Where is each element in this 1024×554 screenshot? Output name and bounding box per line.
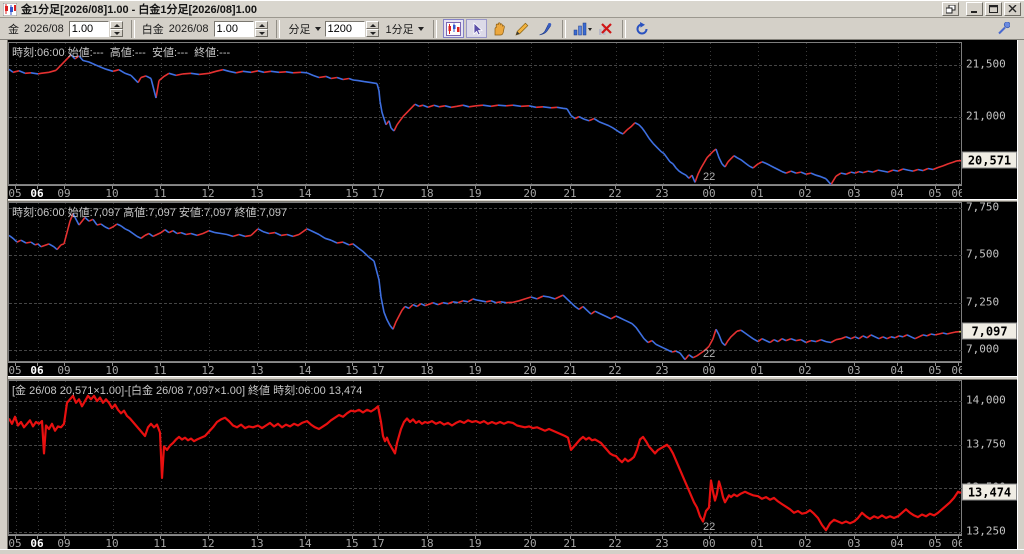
indicator-chart-icon — [573, 22, 592, 35]
platinum-ratio-spinner[interactable] — [254, 20, 268, 37]
gold-price-axis: 20,571 21,500 21,000 — [962, 42, 1017, 199]
platinum-time-axis: 05 06 09 10 11 12 13 14 15 17 18 19 20 21 22 23 00 01 02 03… — [0, 362, 1017, 377]
spread-date-label: 22 — [703, 521, 716, 533]
maximize-button[interactable] — [985, 2, 1002, 16]
price-tick-label: 21,000 — [966, 109, 1006, 123]
price-tick-label: 7,250 — [966, 295, 1000, 309]
pencil-icon — [515, 22, 529, 36]
price-tick-label: 14,000 — [966, 393, 1006, 407]
spread-price-axis: 13,474 14,00013,75013,50013,250 — [962, 380, 1017, 549]
candle-line-series — [16, 213, 960, 361]
price-series-canvas — [9, 43, 963, 186]
platinum-date-label: 22 — [703, 348, 716, 360]
price-tick-label: 7,750 — [966, 200, 1000, 214]
price-tick-label: 7,500 — [966, 247, 1000, 261]
gold-ratio-input[interactable]: 1.00 — [68, 20, 109, 37]
toolbar-separator — [621, 19, 626, 38]
close-button[interactable] — [1004, 2, 1021, 16]
gold-time-axis: 05 06 09 10 11 12 13 14 15 17 18 19 20 21 22 23 00 01 02 03… — [0, 185, 1017, 200]
indicator-chart-button[interactable] — [572, 19, 593, 38]
price-tick-label: 7,000 — [966, 342, 1000, 356]
candlestick-window-icon — [3, 2, 17, 16]
window-title: 金1分足[2026/08]1.00 - 白金1分足[2026/08]1.00 — [21, 4, 258, 16]
price-tick-label: 13,750 — [966, 437, 1006, 451]
platinum-month-select[interactable]: 2026/08 — [169, 23, 209, 35]
pencil-tool-button[interactable] — [512, 19, 533, 38]
select-cursor-icon — [473, 21, 483, 36]
bar-type-dropdown[interactable]: 分足 — [289, 21, 321, 37]
window-bottom-border — [0, 549, 1024, 554]
price-series-canvas — [9, 203, 963, 363]
chevron-down-icon — [314, 26, 321, 31]
platinum-ratio-input[interactable]: 1.00 — [213, 20, 254, 37]
toolbar-separator — [561, 19, 566, 38]
toolbar-separator — [432, 19, 437, 38]
spread-chart-plot[interactable]: [金 26/08 20,571×1.00]-[白金 26/08 7,097×1.… — [8, 380, 963, 536]
chart-region: 時刻:06:00 始値:--- 高値:--- 安値:--- 終値:--- 22 … — [0, 40, 1024, 554]
window-left-border — [0, 40, 8, 549]
gold-ohlc-readout: 時刻:06:00 始値:--- 高値:--- 安値:--- 終値:--- — [12, 47, 231, 59]
toolbar-separator — [275, 19, 280, 38]
platinum-label: 白金 — [141, 23, 164, 36]
maximize-icon — [989, 5, 998, 13]
gold-month-select[interactable]: 2026/08 — [24, 23, 64, 35]
title-bar[interactable]: 金1分足[2026/08]1.00 - 白金1分足[2026/08]1.00 — [0, 0, 1024, 18]
toolbar: 金 2026/08 1.00 白金 2026/08 1.00 分足 1200 1… — [0, 18, 1024, 40]
settings-wrench-icon — [998, 22, 1010, 35]
gold-last-price-box: 20,571 — [962, 151, 1017, 169]
spread-formula-readout: [金 26/08 20,571×1.00]-[白金 26/08 7,097×1.… — [12, 385, 363, 397]
chevron-down-icon — [417, 26, 424, 31]
delete-drawing-button[interactable] — [595, 19, 616, 38]
candlestick-chart-button[interactable] — [442, 19, 464, 38]
gold-ratio-spinner[interactable] — [109, 20, 123, 37]
candle-line-series — [9, 54, 934, 186]
platinum-last-price-box: 7,097 — [962, 322, 1017, 340]
pan-tool-button[interactable] — [489, 19, 510, 38]
chart-window: 金1分足[2026/08]1.00 - 白金1分足[2026/08]1.00 金… — [0, 0, 1024, 554]
close-icon — [1008, 5, 1017, 13]
cascade-windows-button[interactable] — [942, 2, 959, 16]
spread-time-axis: 05 06 09 10 11 12 13 14 15 17 18 19 20 21 22 23 00 01 02 03… — [0, 535, 1017, 550]
window-right-border — [1017, 40, 1024, 549]
delete-drawing-icon — [598, 22, 612, 35]
toolbar-separator — [130, 19, 135, 38]
spread-line-series — [9, 394, 962, 532]
settings-wrench-button[interactable] — [993, 19, 1014, 38]
pan-hand-icon — [494, 21, 505, 35]
price-tick-label: 21,500 — [966, 57, 1006, 71]
candle-line-series — [12, 54, 962, 185]
select-tool-button[interactable] — [465, 19, 487, 38]
spread-last-price-box: 13,474 — [962, 483, 1017, 501]
brush-icon — [539, 22, 552, 35]
platinum-ohlc-readout: 時刻:06:00 始値:7,097 高値:7,097 安値:7,097 終値:7… — [12, 207, 288, 219]
gold-label: 金 — [8, 23, 19, 36]
minimize-button[interactable] — [966, 2, 983, 16]
refresh-icon — [636, 21, 648, 34]
bar-count-spinner[interactable] — [365, 20, 379, 37]
minimize-icon — [971, 11, 977, 13]
bar-count-input[interactable]: 1200 — [324, 20, 365, 37]
layers-icon — [945, 4, 955, 13]
platinum-price-axis: 7,097 7,750 7,500 7,250 7,000 — [962, 200, 1017, 376]
price-series-canvas — [9, 381, 963, 536]
price-tick-label: 13,250 — [966, 524, 1006, 538]
interval-dropdown[interactable]: 1分足 — [386, 21, 424, 37]
platinum-chart-plot[interactable]: 時刻:06:00 始値:7,097 高値:7,097 安値:7,097 終値:7… — [8, 202, 963, 363]
gold-date-label: 22 — [703, 171, 716, 183]
brush-tool-button[interactable] — [535, 19, 556, 38]
gold-chart-plot[interactable]: 時刻:06:00 始値:--- 高値:--- 安値:--- 終値:--- 22 — [8, 42, 963, 186]
refresh-button[interactable] — [632, 19, 653, 38]
candlestick-chart-icon — [445, 21, 461, 36]
